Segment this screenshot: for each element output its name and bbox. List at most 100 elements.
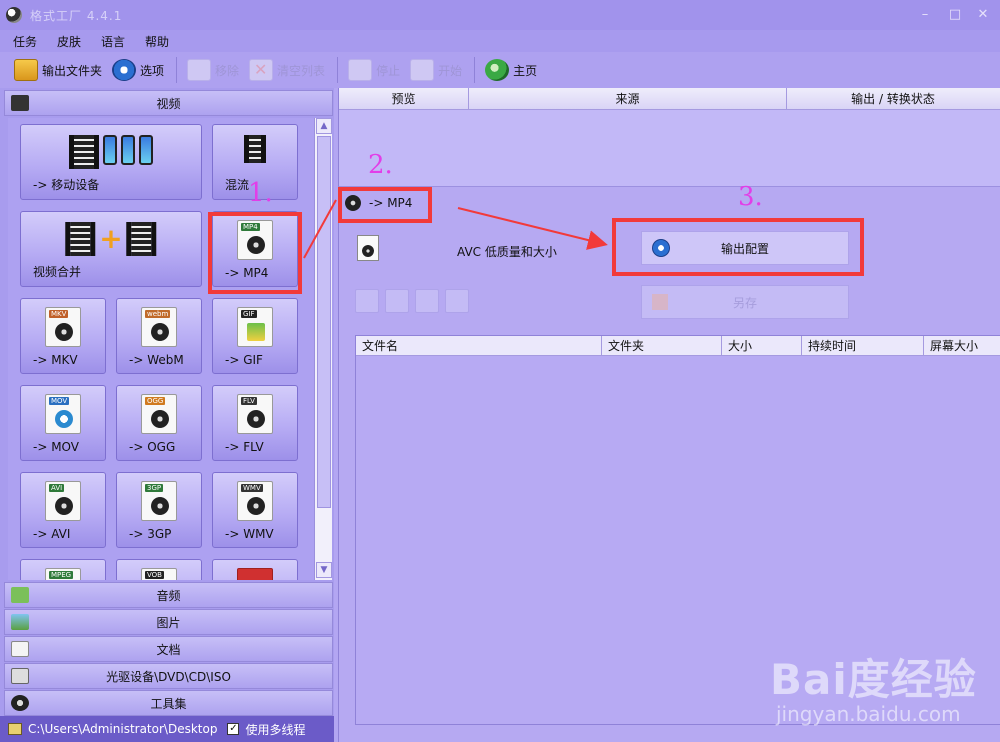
tile-mobile-device[interactable]: -> 移动设备 xyxy=(20,124,202,200)
start-icon xyxy=(410,59,435,81)
annotation-step-3: 3. xyxy=(738,182,763,212)
tile-mpeg[interactable]: MPEG xyxy=(20,559,106,580)
multithread-label: 使用多线程 xyxy=(245,722,306,737)
tile-label: -> MKV xyxy=(33,353,78,367)
tile-vob[interactable]: VOB xyxy=(116,559,202,580)
status-bar: C:\Users\Administrator\Desktop ✓ 使用多线程 xyxy=(0,716,334,742)
tile-flv[interactable]: FLV -> FLV xyxy=(212,385,298,461)
column-file-name[interactable]: 文件名 xyxy=(356,336,602,356)
tile-label: -> FLV xyxy=(225,440,264,454)
gif-file-icon: GIF xyxy=(237,307,273,347)
category-optical-drive[interactable]: 光驱设备\DVD\CD\ISO xyxy=(4,663,333,689)
remove-label: 移除 xyxy=(215,63,240,78)
menu-task[interactable]: 任务 xyxy=(10,33,40,50)
clear-icon xyxy=(249,59,274,81)
video-merge-icon: + xyxy=(65,222,157,256)
maximize-button[interactable]: □ xyxy=(946,6,964,24)
tile-label: -> OGG xyxy=(129,440,176,454)
column-folder[interactable]: 文件夹 xyxy=(602,336,722,356)
mp4-file-icon xyxy=(357,235,379,261)
output-folder-button[interactable]: 输出文件夹 xyxy=(10,56,106,84)
category-document[interactable]: 文档 xyxy=(4,636,333,662)
tile-label: -> 3GP xyxy=(129,527,172,541)
flv-file-icon: FLV xyxy=(237,394,273,434)
category-video[interactable]: 视频 xyxy=(4,90,333,116)
category-label: 光驱设备\DVD\CD\ISO xyxy=(106,669,231,684)
category-audio[interactable]: 音频 xyxy=(4,582,333,608)
tile-video-merge[interactable]: + 视频合并 xyxy=(20,211,202,287)
preset-description: AVC 低质量和大小 xyxy=(457,245,557,259)
clear-list-label: 清空列表 xyxy=(277,63,326,78)
output-path[interactable]: C:\Users\Administrator\Desktop xyxy=(28,722,217,736)
video-grid-scrollbar[interactable]: ▲ ▼ xyxy=(314,118,332,580)
save-as-button[interactable]: 另存 xyxy=(641,285,849,319)
tile-wmv[interactable]: WMV -> WMV xyxy=(212,472,298,548)
category-label: 音频 xyxy=(156,588,181,603)
scroll-up-icon[interactable]: ▲ xyxy=(316,118,332,134)
toolbar-divider xyxy=(337,57,339,83)
column-size[interactable]: 大小 xyxy=(722,336,802,356)
multithread-checkbox[interactable]: ✓ xyxy=(227,723,240,735)
remove-button[interactable]: 移除 xyxy=(183,56,243,84)
output-folder-label: 输出文件夹 xyxy=(42,63,103,78)
menu-help[interactable]: 帮助 xyxy=(142,33,172,50)
film-phone-icon xyxy=(69,135,153,169)
mpeg-file-icon: MPEG xyxy=(45,568,81,580)
tile-mkv[interactable]: MKV -> MKV xyxy=(20,298,106,374)
title-bar: 格式工厂 4.4.1 – □ ✕ xyxy=(0,0,1000,30)
remove-file-icon xyxy=(187,59,212,81)
play-icon[interactable] xyxy=(415,289,439,313)
tile-label: -> MOV xyxy=(33,440,79,454)
file-tools xyxy=(355,289,469,313)
mux-icon xyxy=(244,135,266,163)
annotation-box-2 xyxy=(338,187,432,223)
stop-icon xyxy=(348,59,373,81)
stop-button[interactable]: 停止 xyxy=(344,56,404,84)
tile-gif[interactable]: GIF -> GIF xyxy=(212,298,298,374)
close-button[interactable]: ✕ xyxy=(974,6,992,24)
tile-mov[interactable]: MOV -> MOV xyxy=(20,385,106,461)
options-button[interactable]: 选项 xyxy=(108,56,168,84)
scroll-thumb[interactable] xyxy=(317,136,331,508)
annotation-step-1: 1. xyxy=(248,178,273,208)
column-screen-size[interactable]: 屏幕大小 xyxy=(924,336,1000,356)
vob-file-icon: VOB xyxy=(141,568,177,580)
category-tools[interactable]: 工具集 xyxy=(4,690,333,716)
tile-label: -> 移动设备 xyxy=(33,178,100,192)
column-preview[interactable]: 预览 xyxy=(339,88,469,110)
info-icon[interactable] xyxy=(445,289,469,313)
home-button[interactable]: 主页 xyxy=(481,56,541,84)
column-duration[interactable]: 持续时间 xyxy=(802,336,924,356)
start-label: 开始 xyxy=(438,63,463,78)
tile-more[interactable] xyxy=(212,559,298,580)
tile-avi[interactable]: AVI -> AVI xyxy=(20,472,106,548)
tile-3gp[interactable]: 3GP -> 3GP xyxy=(116,472,202,548)
ogg-file-icon: OGG xyxy=(141,394,177,434)
folder-icon xyxy=(14,59,38,81)
annotation-box-1 xyxy=(208,212,302,294)
add-file-icon[interactable] xyxy=(355,289,379,313)
tile-webm[interactable]: webm -> WebM xyxy=(116,298,202,374)
watermark-logo: Bai度经验 xyxy=(770,655,977,704)
remove-file-icon[interactable] xyxy=(385,289,409,313)
scroll-down-icon[interactable]: ▼ xyxy=(316,562,332,578)
tile-label: 混流 xyxy=(225,178,250,192)
clear-list-button[interactable]: 清空列表 xyxy=(245,56,329,84)
app-logo-icon xyxy=(6,7,22,23)
wmv-file-icon: WMV xyxy=(237,481,273,521)
category-label: 图片 xyxy=(156,615,181,630)
mov-file-icon: MOV xyxy=(45,394,81,434)
menu-skin[interactable]: 皮肤 xyxy=(54,33,84,50)
menu-language[interactable]: 语言 xyxy=(98,33,128,50)
column-output-status[interactable]: 输出 / 转换状态 xyxy=(787,88,999,110)
category-label: 文档 xyxy=(156,642,181,657)
home-label: 主页 xyxy=(513,63,538,78)
column-source[interactable]: 来源 xyxy=(469,88,787,110)
category-image[interactable]: 图片 xyxy=(4,609,333,635)
annotation-box-3 xyxy=(612,218,864,276)
window-title: 格式工厂 4.4.1 xyxy=(30,8,123,23)
start-button[interactable]: 开始 xyxy=(406,56,466,84)
minimize-button[interactable]: – xyxy=(916,6,934,24)
tile-ogg[interactable]: OGG -> OGG xyxy=(116,385,202,461)
task-list: 预览 来源 输出 / 转换状态 xyxy=(338,88,1000,186)
